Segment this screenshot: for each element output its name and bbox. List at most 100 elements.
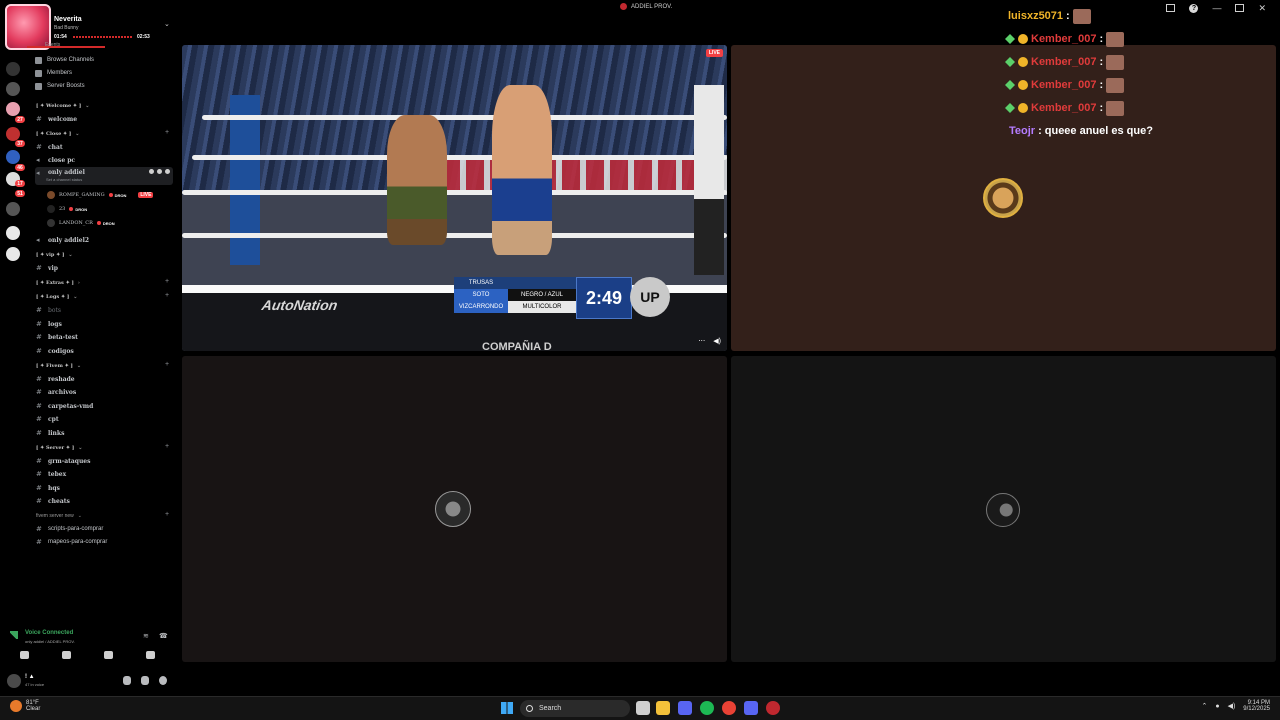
server-icon[interactable] [6,102,20,116]
stream-tile-boxing[interactable]: AutoNation COMPAÑIA D TRUSAS SOTO VIZCAR… [182,45,727,351]
song-progress[interactable] [73,36,133,38]
stream-tile-user[interactable] [182,356,727,662]
spotify-icon[interactable] [700,701,714,715]
task-view-icon[interactable] [636,701,650,715]
category-fivem-new[interactable]: fivem server new ⌄ [36,513,82,519]
channel-beta-test[interactable]: # beta-test [35,331,173,343]
gear-icon[interactable] [159,676,167,685]
avatar[interactable] [7,674,21,688]
avatar[interactable] [435,491,471,527]
add-channel-icon[interactable]: + [165,278,169,285]
add-channel-icon[interactable]: + [165,129,169,136]
channel-tebex[interactable]: # tebex [35,468,173,480]
maximize-button[interactable] [1235,4,1245,12]
volume-icon[interactable]: ◀) [713,337,721,345]
chrome-icon[interactable] [722,701,736,715]
add-channel-icon[interactable]: + [165,443,169,450]
more-icon[interactable]: ⋯ [698,337,705,345]
server-icon[interactable] [6,202,20,216]
server-icon[interactable] [6,127,20,141]
stream-tile-user[interactable] [731,356,1276,662]
discover-icon[interactable] [6,247,20,261]
channel-chat[interactable]: # chat [35,141,173,153]
channel-only-addiel[interactable]: ◂ only addiel Set a channel status [35,167,173,185]
hash-icon: # [36,402,42,410]
screen-share-icon[interactable] [62,651,71,659]
voice-user[interactable]: LANDON_CR DRON [47,217,115,229]
voice-channel-path[interactable]: only addiel / ADDIEL PROV. [25,639,75,644]
add-channel-icon[interactable]: + [165,292,169,299]
server-icon[interactable] [6,62,20,76]
channel-cheats[interactable]: # cheats [35,495,173,507]
channel-scripts[interactable]: # scripts-para-comprar [35,523,173,535]
category-server[interactable]: [ ✦ Server ✦ ] ⌄ [36,445,82,451]
category-fivem[interactable]: [ ✦ Fivem ✦ ] ⌄ [36,363,81,369]
channel-welcome[interactable]: # welcome [35,113,173,125]
file-explorer-icon[interactable] [656,701,670,715]
disconnect-icon[interactable]: ☎ [159,632,168,640]
channel-hqs[interactable]: # hqs [35,482,173,494]
weather-widget[interactable]: 81°F Clear [10,700,40,712]
app-icon[interactable] [766,701,780,715]
speaker-icon: ◂ [36,236,40,244]
invite-icon[interactable] [157,169,162,174]
channel-logs[interactable]: # logs [35,318,173,330]
category-close[interactable]: [ ✦ Close ✦ ] ⌄ [36,131,80,137]
username[interactable]: ! ▲ [25,674,35,680]
channel-reshade[interactable]: # reshade [35,373,173,385]
channel-cpt[interactable]: # cpt [35,413,173,425]
channel-only-addiel2[interactable]: ◂ only addiel2 [35,234,173,246]
channel-codigos[interactable]: # codigos [35,345,173,357]
channel-vip[interactable]: # vip [35,262,173,274]
discord-icon[interactable] [744,701,758,715]
category-welcome[interactable]: [ ✦ Welcome ✦ ] ⌄ [36,103,89,109]
channel-grm-ataques[interactable]: # grm-ataques [35,455,173,467]
voice-user[interactable]: ROMPE_GAMING DRON LIVE [47,189,154,201]
channel-close-pc[interactable]: ◂ close pc [35,154,173,166]
add-channel-icon[interactable]: + [165,511,169,518]
avatar[interactable] [983,178,1023,218]
hash-icon: # [36,497,42,505]
headphones-icon[interactable] [141,676,149,685]
members[interactable]: Members [35,67,72,79]
avatar[interactable] [986,493,1020,527]
category-vip[interactable]: [ ✦ vip ✦ ] ⌄ [36,252,73,258]
taskbar-search[interactable]: Search [520,700,630,717]
app-icon[interactable] [678,701,692,715]
channel-bots[interactable]: # bots [35,304,173,316]
server-icon[interactable] [6,150,20,164]
signal-icon[interactable] [10,631,18,639]
volume-icon[interactable]: ◀) [1228,702,1236,710]
channel-carpetas-vmd[interactable]: # carpetas-vmd [35,400,173,412]
gear-icon[interactable] [165,169,170,174]
noise-suppression-icon[interactable]: ≋ [143,632,149,640]
clock[interactable]: 9:14 PM 9/12/2025 [1243,700,1270,712]
stream-tile-user[interactable] [731,45,1276,351]
category-extras[interactable]: [ ✦ Extras ✦ ] › [36,280,80,286]
camera-off-icon[interactable] [20,651,29,659]
channel-links[interactable]: # links [35,427,173,439]
channel-mapeos[interactable]: # mapeos-para-comprar [35,536,173,548]
voice-status[interactable]: Voice Connected [25,630,73,636]
channel-status[interactable]: Set a channel status [46,177,82,182]
soundboard-icon[interactable] [146,651,155,659]
add-channel-icon[interactable]: + [165,361,169,368]
chat-icon[interactable] [149,169,154,174]
browse-channels[interactable]: Browse Channels [35,54,94,66]
start-button[interactable] [501,702,513,714]
chevron-up-icon[interactable]: ⌃ [1201,702,1207,710]
microphone-icon[interactable] [123,676,131,685]
activity-icon[interactable] [104,651,113,659]
close-button[interactable]: ✕ [1258,3,1266,14]
chevron-down-icon[interactable]: ⌄ [164,20,170,28]
inbox-icon[interactable] [1166,4,1176,12]
add-server-icon[interactable] [6,226,20,240]
minimize-button[interactable]: — [1212,3,1221,13]
category-logs[interactable]: [ ✦ Logs ✦ ] ⌄ [36,294,77,300]
channel-archivos[interactable]: # archivos [35,386,173,398]
help-icon[interactable]: ? [1189,3,1199,13]
voice-user[interactable]: 23 DRON [47,203,87,215]
server-boosts[interactable]: Server Boosts [35,80,85,92]
server-icon[interactable] [6,82,20,96]
microphone-icon[interactable]: ● [1215,703,1219,710]
